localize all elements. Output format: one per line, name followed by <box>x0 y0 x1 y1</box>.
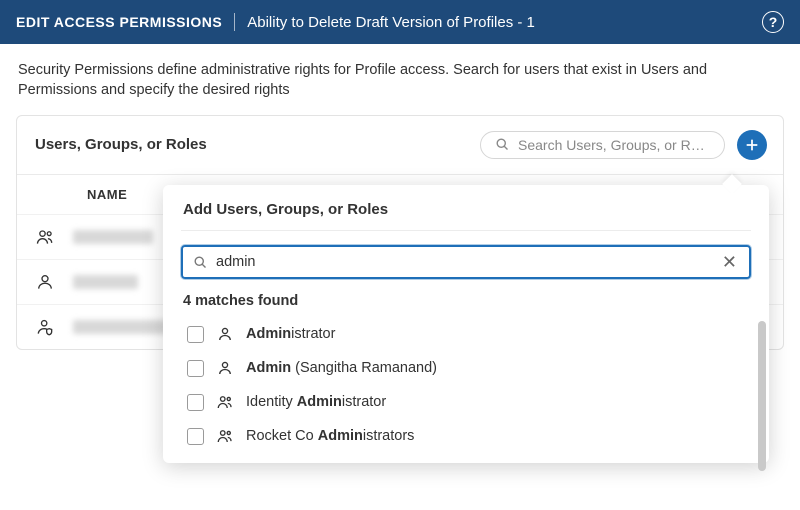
result-checkbox[interactable] <box>187 326 204 343</box>
group-icon <box>216 393 234 411</box>
add-popover: Add Users, Groups, or Roles ✕ 4 matches … <box>163 185 769 463</box>
popover-title: Add Users, Groups, or Roles <box>163 201 769 230</box>
result-item[interactable]: Rocket Co Administrators <box>183 419 751 453</box>
group-icon <box>35 227 55 247</box>
user-shield-icon <box>35 317 55 337</box>
popover-search-input[interactable]: ✕ <box>181 245 751 279</box>
panel-search-input[interactable]: Search Users, Groups, or R… <box>480 131 725 159</box>
result-item[interactable]: Admin (Sangitha Ramanand) <box>183 351 751 385</box>
result-item[interactable]: Identity Administrator <box>183 385 751 419</box>
result-checkbox[interactable] <box>187 394 204 411</box>
matches-count: 4 matches found <box>163 291 769 317</box>
result-label: Identity Administrator <box>246 394 386 410</box>
scrollbar[interactable] <box>758 321 766 471</box>
user-icon <box>35 272 55 292</box>
user-icon <box>216 325 234 343</box>
panel-header: Users, Groups, or Roles Search Users, Gr… <box>17 116 783 174</box>
result-label: Administrator <box>246 326 335 342</box>
panel-search-placeholder: Search Users, Groups, or R… <box>518 137 705 153</box>
page-header: EDIT ACCESS PERMISSIONS Ability to Delet… <box>0 0 800 44</box>
page-subtitle: Ability to Delete Draft Version of Profi… <box>247 14 535 31</box>
user-icon <box>216 359 234 377</box>
results-list: Administrator Admin (Sangitha Ramanand) … <box>163 317 769 463</box>
plus-icon <box>744 137 760 153</box>
help-icon[interactable]: ? <box>762 11 784 33</box>
group-icon <box>216 427 234 445</box>
result-checkbox[interactable] <box>187 360 204 377</box>
search-icon <box>193 255 208 270</box>
page-title: EDIT ACCESS PERMISSIONS <box>16 14 222 30</box>
popover-search-field[interactable] <box>216 254 712 270</box>
column-name: NAME <box>35 187 127 202</box>
result-checkbox[interactable] <box>187 428 204 445</box>
redacted-name <box>73 275 138 289</box>
search-icon <box>495 137 510 152</box>
clear-icon[interactable]: ✕ <box>720 253 739 271</box>
title-divider <box>234 13 235 31</box>
result-item[interactable]: Administrator <box>183 317 751 351</box>
redacted-name <box>73 230 153 244</box>
result-label: Admin (Sangitha Ramanand) <box>246 360 437 376</box>
add-button[interactable] <box>737 130 767 160</box>
result-label: Rocket Co Administrators <box>246 428 414 444</box>
description-text: Security Permissions define administrati… <box>0 44 800 115</box>
panel-title: Users, Groups, or Roles <box>35 136 468 153</box>
popover-divider <box>181 230 751 231</box>
redacted-name <box>73 320 168 334</box>
